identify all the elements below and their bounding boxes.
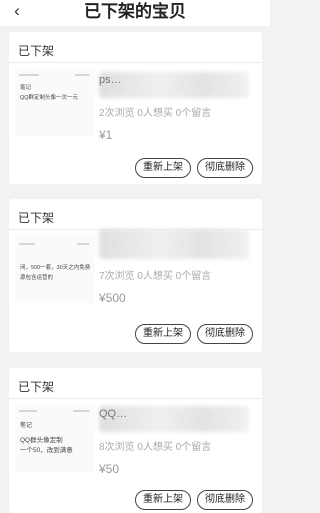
thumb-bar: [19, 410, 37, 412]
listing-card: 已下架 闭，500一套，30天之内免费 源包含运营的 7次浏览 0人想买 0个留…: [9, 199, 262, 352]
page-title: 已下架的宝贝: [84, 2, 186, 21]
card-header: 已下架: [9, 199, 262, 230]
item-price: ¥500: [99, 291, 126, 305]
thumb-bar: [77, 243, 89, 245]
item-title-blurred: [99, 229, 249, 259]
thumb-bar: [75, 74, 89, 76]
thumb-text: 源包含运营的: [20, 275, 54, 281]
thumb-text: QQ群定制头像一次一元: [20, 95, 79, 101]
card-header: 已下架: [9, 368, 262, 399]
thumb-text: 闭，500一套，30天之内免费: [20, 265, 91, 271]
item-info[interactable]: 7次浏览 0人想买 0个留言 ¥500: [99, 227, 257, 307]
status-label: 已下架: [18, 44, 55, 58]
top-bar: ‹ 已下架的宝贝: [0, 0, 270, 26]
item-thumbnail[interactable]: 笔记 QQ群头像定制 一个50，改到满意: [15, 404, 95, 472]
delete-button[interactable]: 彻底删除: [197, 490, 253, 510]
item-price: ¥50: [99, 462, 120, 476]
thumb-bar: [19, 243, 35, 245]
delete-button[interactable]: 彻底删除: [197, 324, 253, 344]
thumb-text: QQ群头像定制: [20, 437, 63, 444]
item-price: ¥1: [99, 128, 113, 142]
card-header: 已下架: [9, 32, 262, 63]
thumb-text: 笔记: [20, 85, 32, 91]
thumb-text: 一个50，改到满意: [20, 447, 73, 454]
item-stats: 7次浏览 0人想买 0个留言: [99, 271, 212, 282]
relist-button[interactable]: 重新上架: [135, 324, 191, 344]
thumb-text: 笔记: [20, 423, 33, 429]
item-info[interactable]: ps… 2次浏览 0人想买 0个留言 ¥1: [99, 72, 257, 142]
item-title: ps…: [99, 74, 122, 86]
status-label: 已下架: [18, 211, 55, 225]
relist-button[interactable]: 重新上架: [135, 490, 191, 510]
thumb-bar: [73, 410, 89, 412]
listing-card: 已下架 笔记 QQ群定制头像一次一元 ps… 2次浏览 0人想买 0个留言 ¥1…: [9, 32, 262, 184]
thumb-bar: [19, 74, 39, 76]
item-info[interactable]: QQ… 8次浏览 0人想买 0个留言 ¥50: [99, 406, 257, 486]
relist-button[interactable]: 重新上架: [135, 158, 191, 178]
listing-card: 已下架 笔记 QQ群头像定制 一个50，改到满意 QQ… 8次浏览 0人想买 0…: [9, 368, 262, 513]
item-thumbnail[interactable]: 笔记 QQ群定制头像一次一元: [15, 68, 95, 136]
item-stats: 8次浏览 0人想买 0个留言: [99, 442, 212, 453]
item-thumbnail[interactable]: 闭，500一套，30天之内免费 源包含运营的: [15, 235, 95, 303]
status-label: 已下架: [18, 380, 55, 394]
item-stats: 2次浏览 0人想买 0个留言: [99, 108, 212, 119]
item-title: QQ…: [99, 408, 128, 420]
delete-button[interactable]: 彻底删除: [197, 158, 253, 178]
